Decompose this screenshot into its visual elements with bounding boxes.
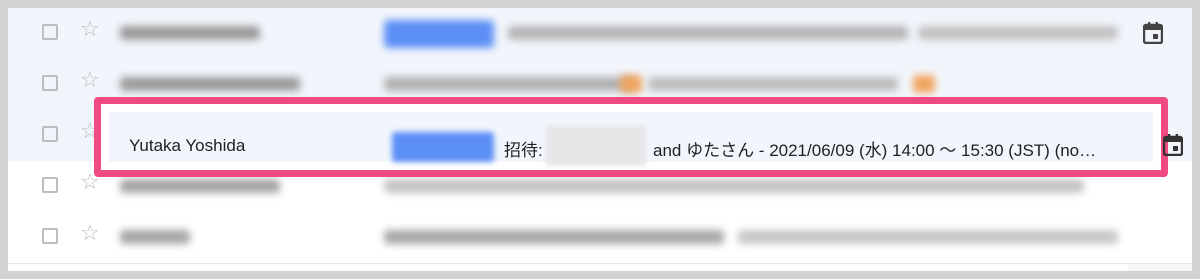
star-icon[interactable]: ☆ [80, 222, 100, 244]
checkbox-icon[interactable] [42, 228, 58, 244]
snippet-blurred [738, 230, 1118, 244]
subject-blurred [384, 179, 1084, 193]
checkbox-icon[interactable] [42, 177, 58, 193]
highlighted-email-row[interactable]: Yutaka Yoshida 招待: and ゆたさん - 2021/06/09… [94, 97, 1183, 177]
sender-blurred [120, 179, 280, 193]
calendar-icon[interactable] [1163, 134, 1183, 156]
checkbox-icon[interactable] [42, 24, 58, 40]
sender-blurred [120, 26, 260, 40]
calendar-icon[interactable] [1143, 22, 1163, 44]
snippet-blurred [648, 77, 898, 91]
sender-blurred [120, 230, 190, 244]
star-icon[interactable]: ☆ [80, 18, 100, 40]
subject-prefix: 招待: [504, 141, 543, 160]
snippet-blurred [918, 26, 1118, 40]
checkbox-icon[interactable] [42, 126, 58, 142]
name-blurred [546, 126, 646, 166]
label-blurred [384, 20, 494, 48]
label-blurred [392, 132, 494, 162]
sender-blurred [120, 77, 300, 91]
star-icon[interactable]: ☆ [80, 69, 100, 91]
subject-blurred [384, 77, 634, 91]
sender-name: Yutaka Yoshida [129, 136, 246, 155]
email-row[interactable]: ☆ [8, 8, 1192, 60]
subject-blurred [508, 26, 908, 40]
subject-text: and ゆたさん - 2021/06/09 (水) 14:00 〜 15:30 … [653, 141, 1097, 160]
emoji-blurred [913, 75, 935, 93]
checkbox-icon[interactable] [42, 75, 58, 91]
emoji-blurred [620, 75, 642, 93]
subject-blurred [384, 230, 724, 244]
email-row[interactable]: ☆ [8, 212, 1192, 264]
highlighted-row-content[interactable]: Yutaka Yoshida 招待: and ゆたさん - 2021/06/09… [109, 112, 1183, 166]
